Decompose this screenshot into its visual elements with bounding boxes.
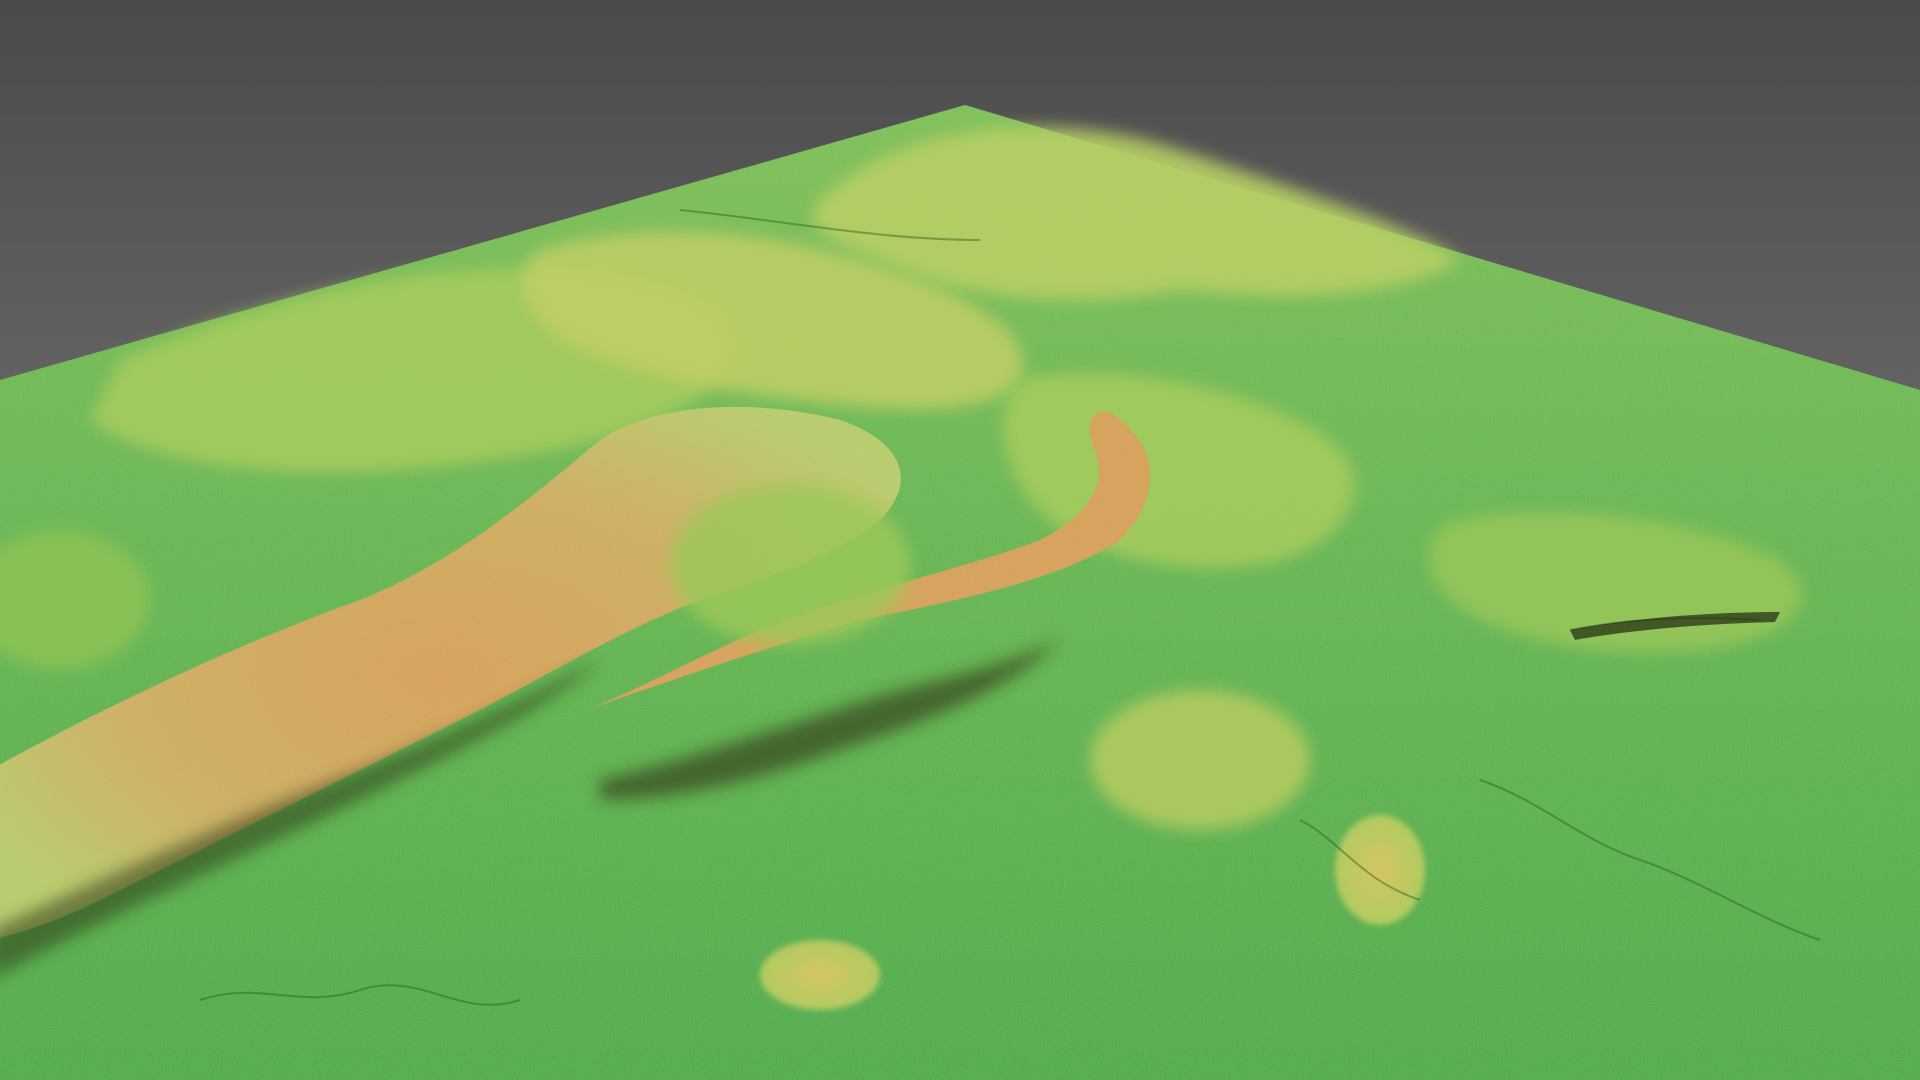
terrain-mound-lower-right bbox=[1335, 815, 1425, 925]
terrain-viewport bbox=[0, 0, 1920, 1080]
terrain-scene bbox=[0, 0, 1920, 1080]
terrain-depression-center bbox=[670, 485, 910, 645]
terrain-mound-center-right bbox=[1090, 690, 1310, 830]
terrain-mound-lower-left bbox=[760, 940, 880, 1010]
